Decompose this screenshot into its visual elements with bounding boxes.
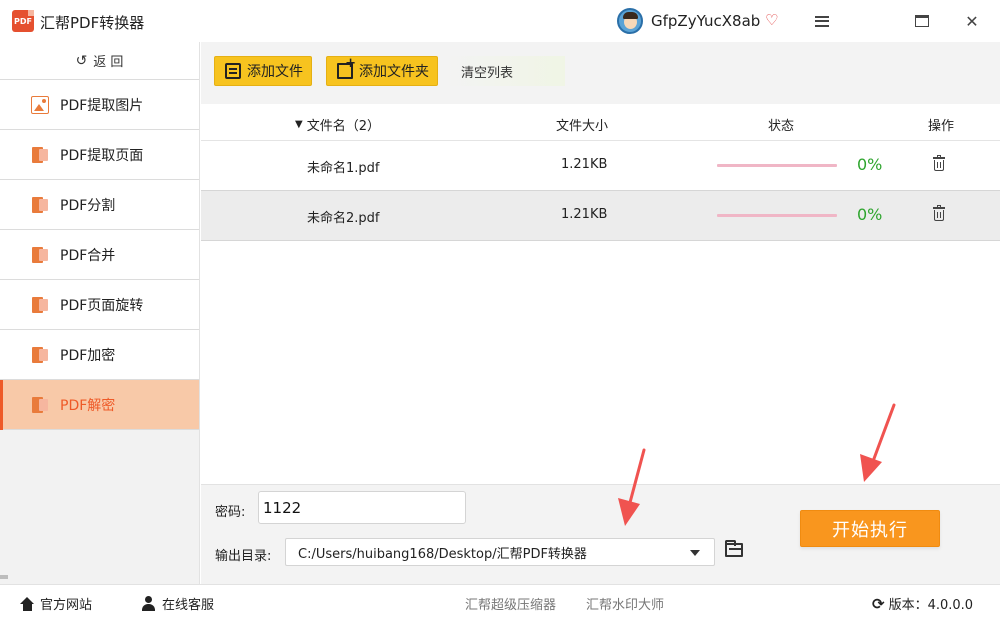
clear-list-label: 清空列表: [461, 65, 514, 81]
column-header-name[interactable]: ▼ 文件名（2）: [295, 115, 380, 134]
pdf-icon: [31, 246, 49, 264]
version-info: ⟳ 版本：4.0.0.0: [872, 594, 974, 614]
status-bar: 官方网站 在线客服 汇帮超级压缩器 汇帮水印大师 ⟳ 版本：4.0.0.0: [0, 584, 1000, 617]
document-icon: [225, 63, 241, 79]
folder-add-icon: [337, 56, 356, 79]
delete-button[interactable]: [932, 155, 946, 172]
customer-service-icon: [141, 596, 156, 611]
app-title: 汇帮PDF转换器: [40, 14, 145, 32]
column-header-status: 状态: [768, 119, 795, 134]
delete-button[interactable]: [932, 205, 946, 222]
progress-percent: 0%: [857, 155, 883, 174]
sidebar-item-label: PDF分割: [60, 197, 116, 214]
compressor-link[interactable]: 汇帮超级压缩器: [465, 594, 556, 613]
folder-open-icon[interactable]: [725, 540, 743, 557]
back-label: 返 回: [93, 55, 124, 70]
pdf-icon: [31, 396, 49, 414]
sidebar-item-label: PDF合并: [60, 247, 116, 264]
sidebar-item-label: PDF提取页面: [60, 147, 144, 164]
back-button[interactable]: ↺ 返 回: [0, 42, 199, 80]
user-name[interactable]: GfpZyYucX8ab: [651, 12, 760, 30]
vip-diamond-icon[interactable]: ♡: [765, 11, 778, 29]
file-name: 未命名1.pdf: [307, 161, 380, 176]
refresh-icon[interactable]: ⟳: [872, 595, 885, 613]
table-row[interactable]: 未命名2.pdf 1.21KB 0%: [201, 191, 1000, 241]
settings-panel: 密码: 输出目录: C:/Users/huibang168/Desktop/汇帮…: [201, 484, 1000, 584]
password-label: 密码:: [215, 505, 246, 520]
sidebar-item-encrypt[interactable]: PDF加密: [0, 330, 199, 380]
output-dir-select[interactable]: C:/Users/huibang168/Desktop/汇帮PDF转换器: [285, 538, 715, 566]
sidebar-item-extract-pages[interactable]: PDF提取页面: [0, 130, 199, 180]
sidebar-scrollbar[interactable]: [0, 575, 8, 579]
sidebar-item-decrypt[interactable]: PDF解密: [0, 380, 199, 430]
menu-button[interactable]: [808, 8, 836, 34]
sidebar-item-label: PDF提取图片: [60, 97, 144, 114]
app-logo-icon: PDF: [12, 10, 34, 32]
pdf-icon: [31, 296, 49, 314]
sidebar-item-split[interactable]: PDF分割: [0, 180, 199, 230]
pdf-icon: [31, 146, 49, 164]
output-dir-value: C:/Users/huibang168/Desktop/汇帮PDF转换器: [298, 546, 587, 562]
home-icon: [20, 596, 35, 611]
close-button[interactable]: ✕: [958, 8, 986, 34]
title-bar: PDF 汇帮PDF转换器 GfpZyYucX8ab ♡ ✕: [0, 0, 1000, 42]
trash-icon: [932, 155, 946, 172]
pdf-icon: [31, 346, 49, 364]
sidebar-item-label: PDF解密: [60, 397, 116, 414]
chevron-down-icon: [690, 550, 700, 556]
maximize-icon: [915, 15, 929, 27]
add-folder-label: 添加文件夹: [359, 64, 429, 80]
trash-icon: [932, 205, 946, 222]
add-folder-button[interactable]: 添加文件夹: [326, 56, 438, 86]
progress-percent: 0%: [857, 205, 883, 224]
toolbar: 添加文件 添加文件夹 清空列表: [201, 42, 1000, 104]
sort-desc-icon: ▼: [295, 119, 303, 130]
menu-icon: [815, 15, 829, 27]
add-file-label: 添加文件: [247, 64, 303, 80]
official-site-link[interactable]: 官方网站: [20, 594, 92, 613]
sidebar-item-rotate[interactable]: PDF页面旋转: [0, 280, 199, 330]
image-icon: [31, 95, 49, 114]
add-file-button[interactable]: 添加文件: [214, 56, 312, 86]
progress-bar: [717, 164, 837, 167]
main-panel: 添加文件 添加文件夹 清空列表 ▼ 文件名（2） 文件大小 状态 操作 未命名1…: [201, 42, 1000, 584]
file-name: 未命名2.pdf: [307, 211, 380, 226]
maximize-button[interactable]: [908, 8, 936, 34]
column-header-ops: 操作: [928, 119, 955, 134]
back-arrow-icon: ↺: [75, 52, 88, 69]
file-size: 1.21KB: [561, 157, 608, 172]
user-avatar[interactable]: [617, 8, 643, 34]
watermark-link[interactable]: 汇帮水印大师: [586, 594, 664, 613]
progress-bar: [717, 214, 837, 217]
sidebar-item-extract-images[interactable]: PDF提取图片: [0, 80, 199, 130]
file-table-header: ▼ 文件名（2） 文件大小 状态 操作: [201, 104, 1000, 141]
pdf-icon: [31, 196, 49, 214]
clear-list-button[interactable]: 清空列表: [447, 56, 565, 86]
sidebar-item-merge[interactable]: PDF合并: [0, 230, 199, 280]
column-header-size: 文件大小: [556, 119, 609, 134]
sidebar-item-label: PDF加密: [60, 347, 116, 364]
start-button[interactable]: 开始执行: [800, 510, 940, 547]
table-row[interactable]: 未命名1.pdf 1.21KB 0%: [201, 141, 1000, 191]
online-service-link[interactable]: 在线客服: [141, 594, 214, 613]
sidebar: ↺ 返 回 PDF提取图片 PDF提取页面 PDF分割 PDF合并 PDF页面旋…: [0, 42, 200, 584]
password-input[interactable]: [258, 491, 466, 524]
sidebar-item-label: PDF页面旋转: [60, 297, 144, 314]
output-dir-label: 输出目录:: [215, 549, 272, 564]
file-size: 1.21KB: [561, 207, 608, 222]
close-icon: ✕: [965, 11, 979, 31]
